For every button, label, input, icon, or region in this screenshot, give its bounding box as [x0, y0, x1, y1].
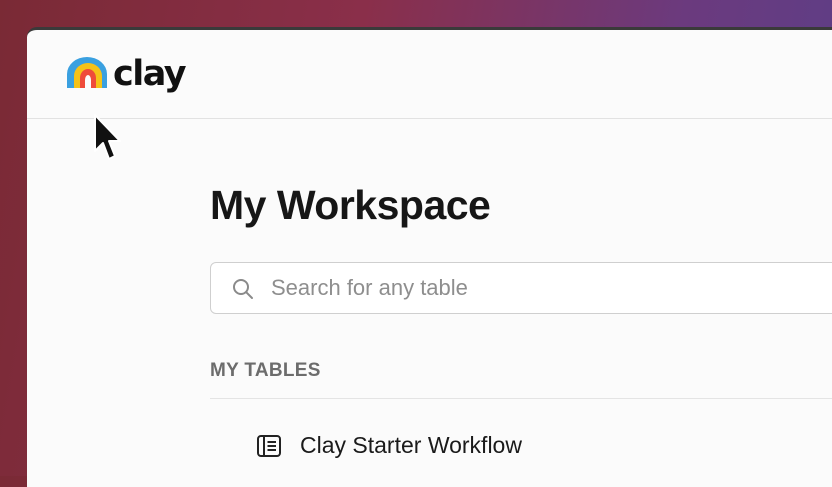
table-icon [257, 434, 281, 457]
my-tables-heading: MY TABLES [210, 360, 321, 381]
clay-logo-text: clay [113, 54, 187, 94]
mouse-cursor-icon [94, 114, 121, 160]
search-icon [233, 279, 253, 299]
page-title: My Workspace [210, 182, 491, 228]
app-window: clay My Workspace MY TABLES Clay Starter… [27, 27, 832, 487]
search-box[interactable] [210, 262, 832, 314]
top-bar: clay [27, 30, 832, 119]
search-input[interactable] [271, 263, 831, 313]
main-content: My Workspace MY TABLES Clay Starter Work… [210, 180, 832, 458]
clay-logo-icon [67, 57, 107, 88]
section-divider [210, 398, 832, 399]
table-item-label: Clay Starter Workflow [300, 432, 522, 458]
table-list-item[interactable]: Clay Starter Workflow [256, 432, 522, 459]
clay-logo[interactable]: clay [65, 54, 187, 94]
